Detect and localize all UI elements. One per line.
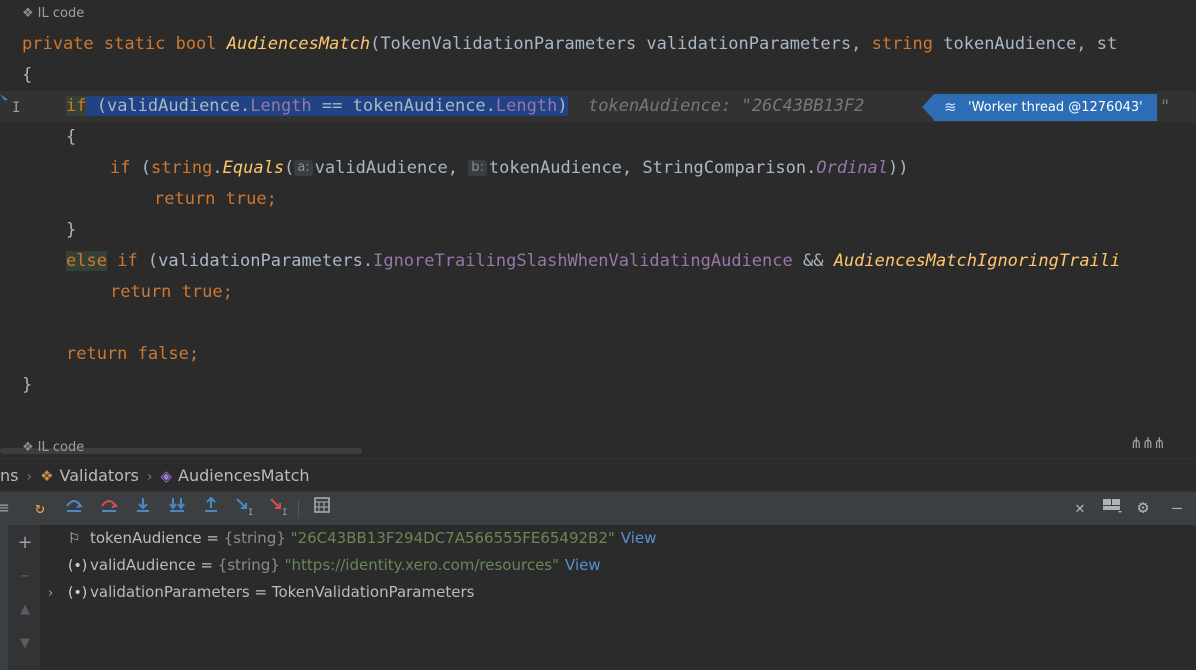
il-code-hint-top[interactable]: ❖ IL code — [22, 6, 84, 21]
brace-open-inner: { — [66, 127, 77, 147]
breadcrumb: ns › ❖ Validators › ◈ AudiencesMatch — [0, 458, 1196, 492]
breadcrumb-item-audiencesmatch[interactable]: AudiencesMatch — [178, 459, 309, 492]
layout-icon[interactable] — [1100, 496, 1124, 520]
breadcrumb-item-validators[interactable]: Validators — [60, 459, 139, 492]
thread-icon: ≋ — [944, 98, 957, 116]
step-into-icon[interactable] — [131, 496, 155, 520]
evaluate-expression-icon[interactable] — [310, 496, 334, 520]
variable-row[interactable]: ⚐ tokenAudience = {string} "26C43BB13F294… — [48, 525, 656, 552]
step-out-icon[interactable] — [199, 496, 223, 520]
il-code-hint-bottom[interactable]: ❖ IL code — [22, 440, 84, 455]
code-line-string-equals[interactable]: if (string.Equals(a: validAudience, b: tok… — [110, 156, 909, 180]
param-hint-b: b: — [468, 160, 487, 176]
svg-text:I: I — [282, 508, 287, 516]
run-to-cursor-icon[interactable]: I — [233, 496, 257, 520]
text-cursor-icon: I — [12, 100, 21, 116]
variable-icon: (•) — [68, 558, 88, 574]
variables-panel: + – ▲ ▼ ⚐ tokenAudience = {string} "26C43… — [0, 525, 1196, 670]
brace-open: { — [22, 65, 33, 85]
force-step-into-icon[interactable] — [165, 496, 189, 520]
move-down-icon: ▼ — [20, 636, 30, 651]
gear-icon[interactable]: ⚙ — [1131, 496, 1155, 520]
class-icon: ❖ — [40, 467, 54, 485]
view-link[interactable]: View — [621, 529, 657, 547]
variables-side-toolbar: + – ▲ ▼ — [8, 525, 40, 670]
code-line-return-true[interactable]: return true; — [154, 187, 277, 211]
brace-close: } — [22, 375, 33, 395]
variable-row[interactable]: (•) validAudience = {string} "https://ide… — [48, 552, 601, 579]
code-editor[interactable]: ❖ IL code private static bool AudiencesMa… — [0, 0, 1196, 458]
method-icon: ◈ — [160, 467, 173, 485]
hint-trailing-quote: " — [1160, 97, 1171, 117]
view-link[interactable]: View — [565, 556, 601, 574]
method-signature: private static bool AudiencesMatch(Token… — [22, 34, 1118, 54]
variable-icon: (•) — [68, 585, 88, 601]
minimize-icon[interactable]: — — [1165, 496, 1189, 520]
variable-row[interactable]: › (•) validationParameters = TokenValidati… — [48, 579, 474, 606]
chevron-right-icon: › — [146, 469, 153, 485]
breadcrumb-item-namespace[interactable]: ns — [0, 459, 18, 492]
move-up-icon: ▲ — [20, 602, 30, 617]
expand-chevron-icon[interactable]: › — [48, 580, 68, 607]
diamond-icon: ❖ — [22, 6, 34, 21]
thread-badge[interactable]: ≋ 'Worker thread @1276043' — [922, 94, 1157, 121]
reader-mode-icon[interactable]: ⋔⋔⋔ — [1130, 434, 1166, 452]
execution-point-icon — [0, 94, 8, 105]
step-over-icon[interactable] — [62, 496, 86, 520]
code-line-else-if[interactable]: else if (validationParameters.IgnoreTrai… — [66, 249, 1120, 273]
show-execution-point-icon[interactable]: ↻ — [28, 496, 52, 520]
param-hint-a: a: — [294, 160, 313, 176]
code-line-return-true-2[interactable]: return true; — [110, 280, 233, 304]
toolbar-divider — [298, 500, 299, 518]
code-line-return-false[interactable]: return false; — [66, 342, 199, 366]
diamond-icon: ❖ — [22, 440, 34, 455]
svg-text:I: I — [248, 508, 253, 516]
code-line-if-length[interactable]: if (validAudience.Length == tokenAudienc… — [66, 94, 864, 118]
chevron-right-icon: › — [26, 469, 33, 485]
add-watch-icon[interactable]: + — [16, 534, 34, 552]
force-step-over-icon[interactable] — [97, 496, 121, 520]
frames-panel-edge[interactable] — [0, 525, 8, 670]
close-icon[interactable]: ✕ — [1068, 496, 1092, 520]
brace-close-inner: } — [66, 220, 77, 240]
remove-watch-icon: – — [20, 565, 30, 586]
flag-icon: ⚐ — [68, 531, 81, 547]
inline-value-hint: tokenAudience: "26C43BB13F2 — [588, 96, 865, 116]
menu-icon[interactable]: ≡ — [0, 496, 16, 520]
debug-toolbar: ≡ ↻ I I ✕ ⚙ — — [0, 491, 1196, 526]
force-run-to-cursor-icon[interactable]: I — [267, 496, 291, 520]
